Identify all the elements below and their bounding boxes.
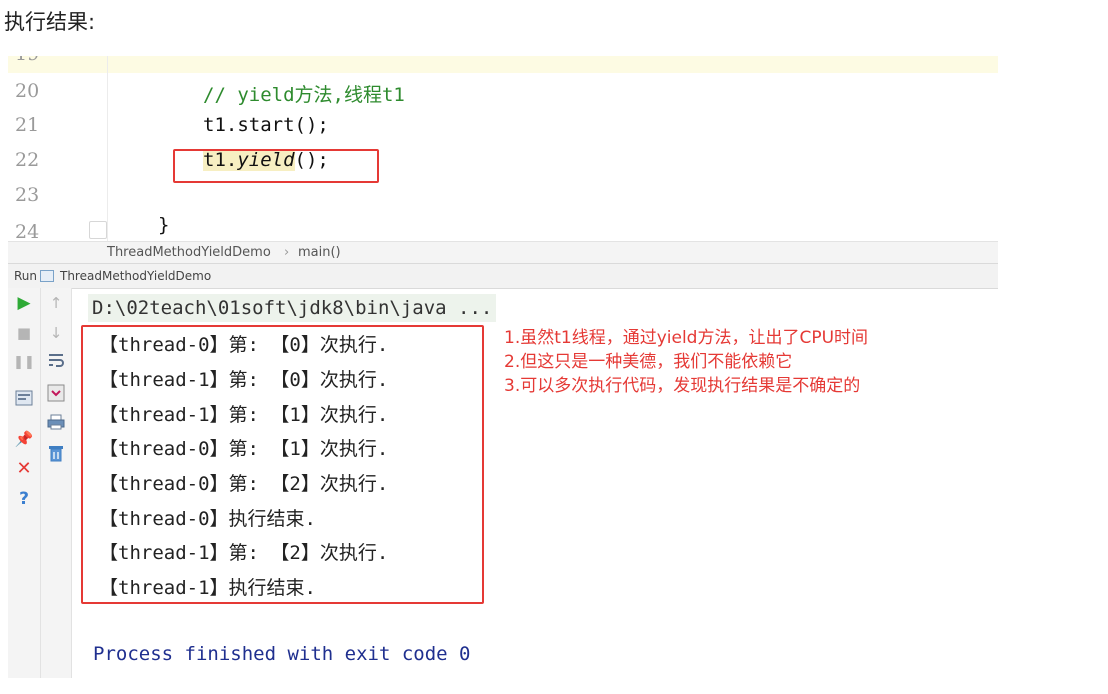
line-number: 20 — [15, 80, 40, 102]
run-panel-header: Run ThreadMethodYieldDemo — [8, 263, 998, 289]
line-number: 19 — [15, 56, 55, 65]
line-number: 22 — [15, 149, 40, 171]
code-line: 22 t1.yield(); — [8, 142, 998, 176]
code-text: t1.start(); — [203, 114, 329, 136]
close-icon[interactable]: ✕ — [13, 458, 35, 480]
breadcrumb-class[interactable]: ThreadMethodYieldDemo — [107, 242, 271, 264]
fold-icon[interactable] — [89, 221, 107, 239]
code-line: 19 — [8, 56, 998, 73]
java-command-line: D:\02teach\01soft\jdk8\bin\java ... — [88, 294, 497, 322]
run-icon[interactable]: ▶ — [13, 292, 35, 314]
highlight-box-code — [173, 149, 379, 183]
pin-icon[interactable]: 📌 — [13, 428, 35, 450]
run-toolbar-secondary: ↑ ↓ — [41, 288, 72, 678]
highlight-box-output — [81, 325, 484, 604]
scroll-up-icon[interactable]: ↑ — [45, 292, 67, 314]
annotation-note: 3.可以多次执行代码，发现执行结果是不确定的 — [504, 376, 861, 396]
code-text: } — [158, 214, 170, 236]
code-line: 23 — [8, 177, 998, 211]
code-line: 24 } — [8, 212, 998, 241]
line-number: 24 — [15, 221, 40, 241]
page-heading: 执行结果: — [4, 10, 96, 34]
process-finished-line: Process finished with exit code 0 — [93, 643, 471, 665]
scroll-to-end-icon[interactable] — [45, 384, 67, 406]
pause-icon[interactable]: ❚❚ — [13, 352, 35, 374]
code-line: 21 t1.start(); — [8, 107, 998, 141]
print-icon[interactable] — [45, 414, 67, 436]
line-number: 21 — [15, 114, 40, 136]
scroll-down-icon[interactable]: ↓ — [45, 322, 67, 344]
code-editor[interactable]: 19 20 // yield方法,线程t1 21 t1.start(); 22 … — [8, 56, 998, 241]
breadcrumb-separator: › — [284, 245, 290, 260]
line-number: 23 — [15, 184, 40, 206]
gutter-divider — [107, 56, 108, 241]
code-line: 20 // yield方法,线程t1 — [8, 73, 998, 107]
code-comment: // yield方法,线程t1 — [203, 84, 405, 106]
dump-threads-icon[interactable] — [13, 390, 35, 412]
stop-icon[interactable]: ■ — [13, 322, 35, 344]
trash-icon[interactable] — [45, 444, 67, 466]
help-icon[interactable]: ? — [13, 488, 35, 510]
soft-wrap-icon[interactable] — [45, 352, 67, 374]
annotation-note: 2.但这只是一种美德，我们不能依赖它 — [504, 352, 793, 372]
run-config-icon — [40, 270, 54, 282]
run-label: Run — [14, 269, 38, 283]
annotation-note: 1.虽然t1线程，通过yield方法，让出了CPU时间 — [504, 328, 869, 348]
run-config-tab[interactable]: ThreadMethodYieldDemo — [60, 264, 211, 288]
breadcrumb: ThreadMethodYieldDemo › main() — [8, 241, 998, 264]
breadcrumb-method[interactable]: main() — [298, 242, 341, 264]
run-toolbar-primary: ▶ ■ ❚❚ 📌 ✕ ? — [8, 288, 41, 678]
